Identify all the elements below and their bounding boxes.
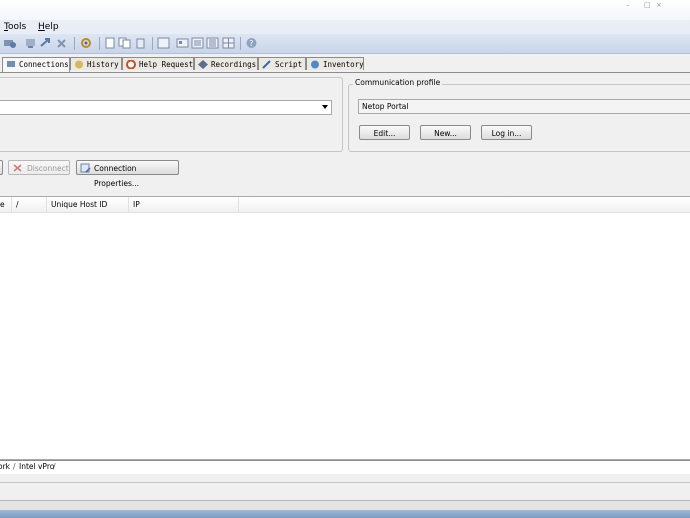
delete-icon[interactable] bbox=[134, 37, 147, 49]
tab-connections[interactable]: Connections bbox=[2, 57, 70, 72]
edit-button[interactable]: Edit... bbox=[359, 125, 410, 140]
refresh-icon[interactable] bbox=[80, 37, 93, 49]
history-icon bbox=[75, 60, 83, 69]
tab-label: History bbox=[87, 60, 119, 69]
disconnect-icon bbox=[13, 164, 22, 172]
inventory-icon bbox=[311, 60, 319, 69]
tab-label: Connections bbox=[19, 60, 69, 69]
disconnect-icon[interactable] bbox=[55, 37, 68, 49]
column-ip[interactable]: IP bbox=[129, 197, 239, 212]
svg-text:?: ? bbox=[249, 39, 253, 48]
small-icons-view-icon[interactable] bbox=[176, 37, 189, 49]
bottom-tab-strip: ork / Intel vPro / bbox=[0, 460, 690, 474]
column-sort[interactable]: / bbox=[12, 197, 47, 212]
recordings-icon bbox=[198, 60, 208, 69]
menu-help[interactable]: Help bbox=[38, 22, 59, 32]
communication-profile-select[interactable]: Netop Portal bbox=[358, 99, 690, 114]
maximize-icon[interactable]: □ bbox=[644, 2, 652, 9]
connect-icon[interactable] bbox=[3, 37, 16, 49]
menu-bar: Tools Help bbox=[0, 20, 690, 34]
selected-profile: Netop Portal bbox=[362, 102, 409, 111]
help-icon[interactable]: ? bbox=[245, 37, 258, 49]
communication-profile-label: Communication profile bbox=[353, 78, 443, 87]
connections-icon bbox=[7, 61, 15, 67]
list-header: e / Unique Host ID IP bbox=[0, 197, 690, 213]
close-icon[interactable]: × bbox=[656, 2, 664, 9]
script-icon bbox=[262, 60, 271, 69]
status-bar bbox=[0, 482, 690, 499]
column-name[interactable]: e bbox=[0, 197, 12, 212]
log-in-button[interactable]: Log in... bbox=[481, 125, 532, 140]
tab-inventory[interactable]: Inventory bbox=[306, 57, 364, 70]
tile-view-icon[interactable] bbox=[222, 37, 235, 49]
connection-properties-label: Connection Properties... bbox=[94, 164, 140, 188]
chevron-down-icon[interactable] bbox=[322, 105, 328, 109]
connect-button[interactable] bbox=[0, 160, 3, 175]
list-view-icon[interactable] bbox=[191, 37, 204, 49]
remote-control-icon[interactable] bbox=[24, 37, 37, 49]
transfer-icon[interactable] bbox=[39, 37, 52, 49]
tab-label: Script bbox=[275, 60, 303, 69]
menu-tools[interactable]: Tools bbox=[4, 22, 26, 32]
host-combo[interactable] bbox=[0, 100, 332, 115]
disconnect-button[interactable]: Disconnect bbox=[8, 160, 70, 175]
tab-strip: Connections History Help Request Recordi… bbox=[0, 57, 690, 73]
tab-intel-vpro[interactable]: Intel vPro bbox=[19, 461, 54, 473]
tab-history[interactable]: History bbox=[70, 57, 122, 70]
help-request-icon bbox=[126, 60, 136, 69]
toolbar: ? bbox=[0, 34, 690, 54]
tab-label: Recordings bbox=[211, 60, 257, 69]
copy-icon[interactable] bbox=[118, 37, 131, 49]
disconnect-label: Disconnect bbox=[27, 164, 69, 173]
tab-network[interactable]: ork bbox=[0, 461, 10, 473]
tab-divider: / bbox=[53, 462, 56, 471]
tab-script[interactable]: Script bbox=[258, 57, 306, 70]
host-list[interactable]: e / Unique Host ID IP bbox=[0, 196, 690, 460]
minimize-icon[interactable]: – bbox=[626, 2, 634, 9]
tab-divider: / bbox=[13, 462, 16, 471]
details-view-icon[interactable] bbox=[206, 37, 219, 49]
title-bar: – □ × bbox=[0, 0, 690, 21]
connection-properties-button[interactable]: Connection Properties... bbox=[76, 160, 179, 188]
tab-help-request[interactable]: Help Request bbox=[122, 57, 194, 70]
tab-recordings[interactable]: Recordings bbox=[194, 57, 258, 70]
properties-icon bbox=[80, 163, 91, 173]
tab-label: Inventory bbox=[323, 60, 364, 69]
large-icons-view-icon[interactable] bbox=[157, 37, 170, 49]
new-document-icon[interactable] bbox=[104, 37, 117, 49]
taskbar bbox=[0, 510, 690, 518]
tab-label: Help Request bbox=[139, 60, 194, 69]
communication-profile-panel bbox=[348, 84, 690, 152]
new-button[interactable]: New... bbox=[420, 125, 471, 140]
column-unique-host-id[interactable]: Unique Host ID bbox=[47, 197, 129, 212]
host-panel bbox=[0, 77, 343, 152]
